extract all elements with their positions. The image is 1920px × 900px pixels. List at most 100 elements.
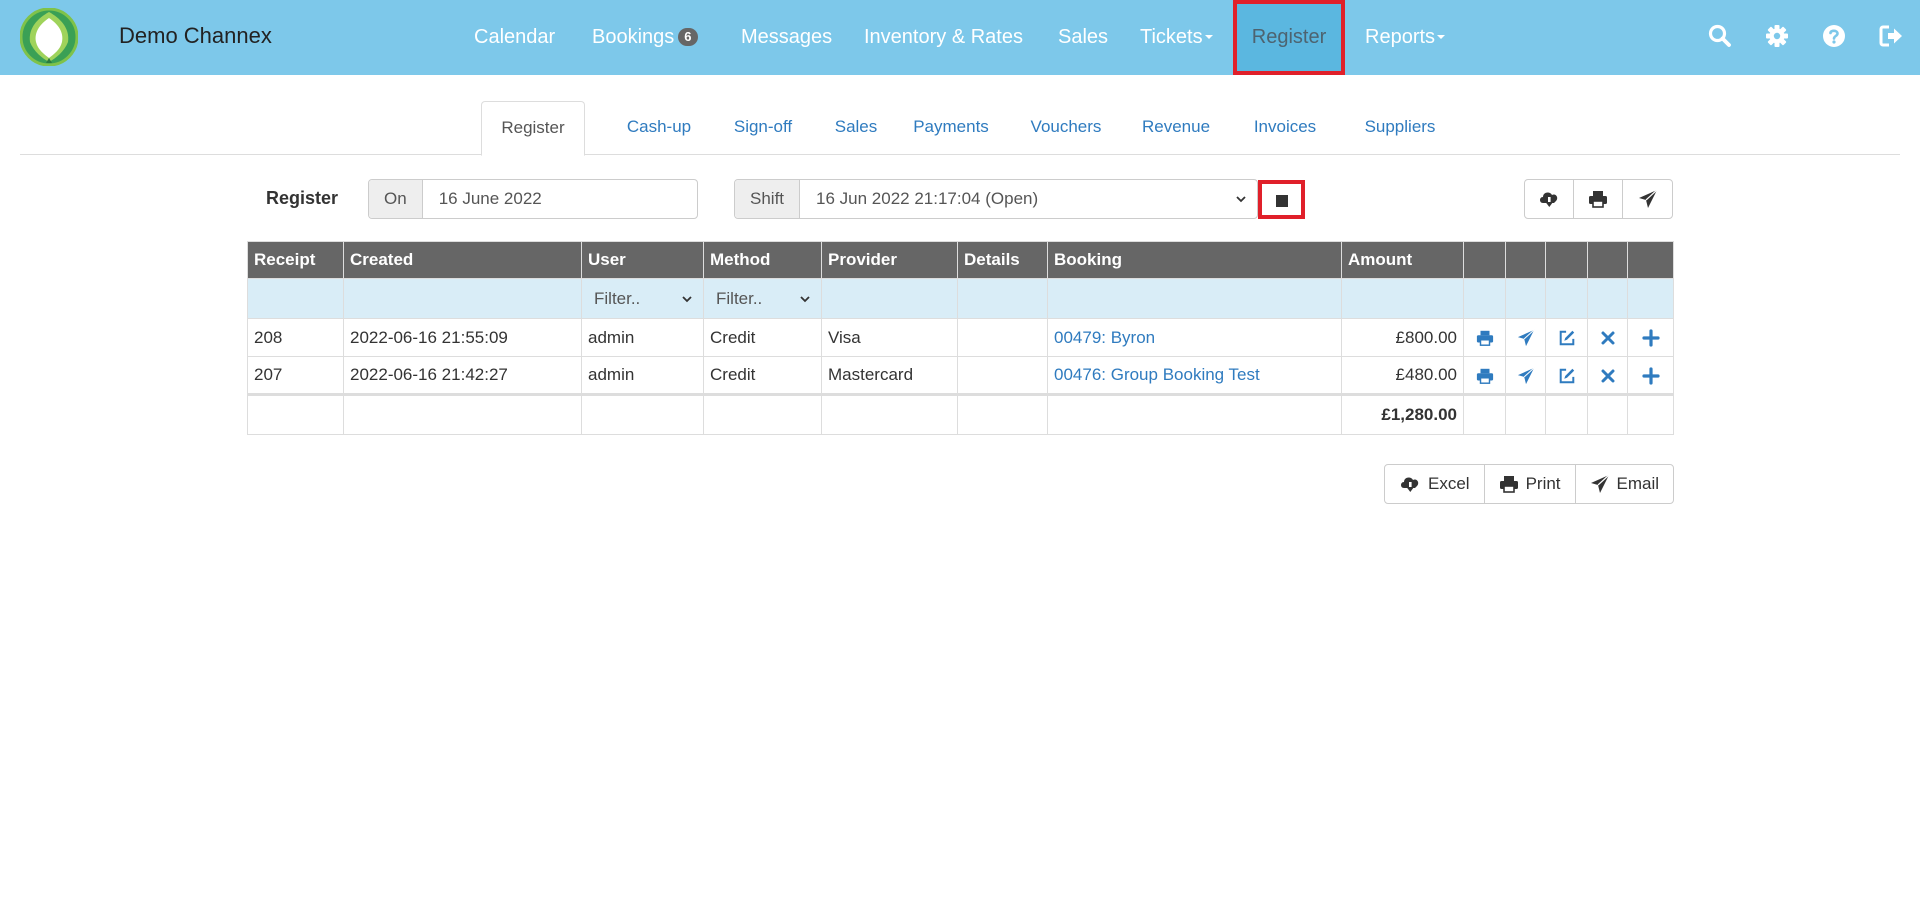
logout-icon[interactable] (1877, 22, 1905, 50)
nav-messages-label: Messages (741, 26, 833, 48)
send-icon (1517, 367, 1534, 384)
tab-register[interactable]: Register (481, 101, 585, 156)
nav-register-label: Register (1251, 26, 1327, 48)
add-receipt-button[interactable] (1627, 356, 1674, 395)
user-filter[interactable]: Filter.. (581, 278, 704, 319)
details-cell (957, 356, 1048, 395)
nav-register[interactable]: Register (1233, 0, 1345, 75)
col-created[interactable]: Created (343, 241, 582, 279)
print-all-button[interactable]: Print (1485, 465, 1576, 503)
receipts-table: Receipt Created User Method Provider Det… (247, 241, 1674, 435)
tab-payments[interactable]: Payments (892, 101, 1010, 153)
tab-sales[interactable]: Sales (811, 101, 901, 153)
method-filter[interactable]: Filter.. (703, 278, 822, 319)
brand-name[interactable]: Demo Channex (119, 23, 272, 49)
nav-inventory-rates[interactable]: Inventory & Rates (864, 0, 1023, 75)
excel-button-label: Excel (1428, 474, 1470, 493)
method-cell: Credit (703, 318, 822, 357)
cloud-download-icon (1401, 477, 1419, 492)
send-icon (1517, 329, 1534, 347)
gear-icon[interactable] (1763, 22, 1791, 50)
email-button-label: Email (1616, 474, 1660, 493)
tab-invoices[interactable]: Invoices (1230, 101, 1340, 153)
col-booking[interactable]: Booking (1047, 241, 1342, 279)
nav-reports[interactable]: Reports (1365, 0, 1446, 75)
export-buttons: Excel Print Email (1384, 464, 1675, 504)
send-receipt-button[interactable] (1505, 318, 1546, 357)
provider-cell: Visa (821, 318, 958, 357)
date-input-group: On 16 June 2022 (368, 179, 698, 219)
created-cell: 2022-06-16 21:42:27 (343, 356, 582, 395)
table-header-row: Receipt Created User Method Provider Det… (247, 241, 1674, 279)
tab-revenue[interactable]: Revenue (1122, 101, 1230, 153)
shift-select[interactable]: 16 Jun 2022 21:17:04 (Open) (800, 180, 1257, 218)
nav-inventory-rates-label: Inventory & Rates (864, 26, 1023, 48)
col-receipt[interactable]: Receipt (247, 241, 344, 279)
table-row: 208 2022-06-16 21:55:09 admin Credit Vis… (247, 318, 1674, 357)
col-action (1587, 241, 1628, 279)
nav-reports-label: Reports (1365, 26, 1436, 48)
booking-link[interactable]: 00479: Byron (1054, 328, 1155, 347)
email-button[interactable]: Email (1576, 465, 1674, 503)
col-user[interactable]: User (581, 241, 704, 279)
search-icon[interactable] (1706, 22, 1734, 50)
download-button[interactable] (1525, 180, 1574, 218)
send-button[interactable] (1623, 180, 1672, 218)
receipt-cell: 207 (247, 356, 344, 395)
register-tools (1524, 179, 1673, 219)
cloud-download-icon (1540, 192, 1558, 207)
edit-receipt-button[interactable] (1545, 318, 1588, 357)
receipt-cell: 208 (247, 318, 344, 357)
nav-messages[interactable]: Messages (741, 0, 832, 75)
caret-down-icon (1204, 35, 1213, 39)
col-method[interactable]: Method (703, 241, 822, 279)
send-icon (1638, 189, 1657, 208)
send-receipt-button[interactable] (1505, 356, 1546, 395)
delete-icon (1601, 369, 1614, 383)
delete-receipt-button[interactable] (1587, 356, 1628, 395)
register-tabs: Register Cash-up Sign-off Sales Payments… (20, 101, 1900, 156)
bookings-count-badge: 6 (678, 28, 698, 46)
edit-icon (1559, 330, 1574, 346)
add-icon (1641, 366, 1660, 385)
shift-select-value: 16 Jun 2022 21:17:04 (Open) (816, 189, 1039, 208)
caret-down-icon (1437, 35, 1446, 39)
print-receipt-button[interactable] (1463, 356, 1506, 395)
tab-vouchers[interactable]: Vouchers (1010, 101, 1122, 153)
total-amount: £1,280.00 (1341, 393, 1464, 435)
add-receipt-button[interactable] (1627, 318, 1674, 357)
nav-sales[interactable]: Sales (1058, 0, 1108, 75)
delete-receipt-button[interactable] (1587, 318, 1628, 357)
nav-sales-label: Sales (1058, 26, 1109, 48)
chevron-down-icon (800, 295, 810, 302)
date-field[interactable]: 16 June 2022 (423, 180, 697, 218)
print-receipt-button[interactable] (1463, 318, 1506, 357)
tab-suppliers[interactable]: Suppliers (1340, 101, 1460, 153)
user-cell: admin (581, 318, 704, 357)
method-cell: Credit (703, 356, 822, 395)
add-icon (1641, 329, 1660, 347)
col-provider[interactable]: Provider (821, 241, 958, 279)
booking-link[interactable]: 00476: Group Booking Test (1054, 365, 1260, 384)
nav-bookings[interactable]: Bookings 6 (592, 0, 698, 75)
tab-sign-off[interactable]: Sign-off (710, 101, 816, 153)
nav-calendar[interactable]: Calendar (474, 0, 555, 75)
booking-cell: 00476: Group Booking Test (1047, 356, 1342, 395)
nav-tickets-label: Tickets (1140, 26, 1203, 48)
col-details[interactable]: Details (957, 241, 1048, 279)
close-shift-button[interactable] (1258, 180, 1305, 219)
print-button[interactable] (1574, 180, 1623, 218)
nav-tickets[interactable]: Tickets (1140, 0, 1213, 75)
excel-button[interactable]: Excel (1385, 465, 1485, 503)
col-action (1627, 241, 1674, 279)
nav-bookings-label: Bookings (592, 26, 675, 48)
col-amount[interactable]: Amount (1341, 241, 1464, 279)
tab-cash-up[interactable]: Cash-up (604, 101, 714, 153)
help-icon[interactable] (1820, 22, 1848, 50)
logo-icon[interactable] (20, 8, 78, 66)
nav-calendar-label: Calendar (474, 26, 556, 48)
print-icon (1589, 191, 1607, 208)
col-action (1545, 241, 1588, 279)
edit-receipt-button[interactable] (1545, 356, 1588, 395)
user-cell: admin (581, 356, 704, 395)
